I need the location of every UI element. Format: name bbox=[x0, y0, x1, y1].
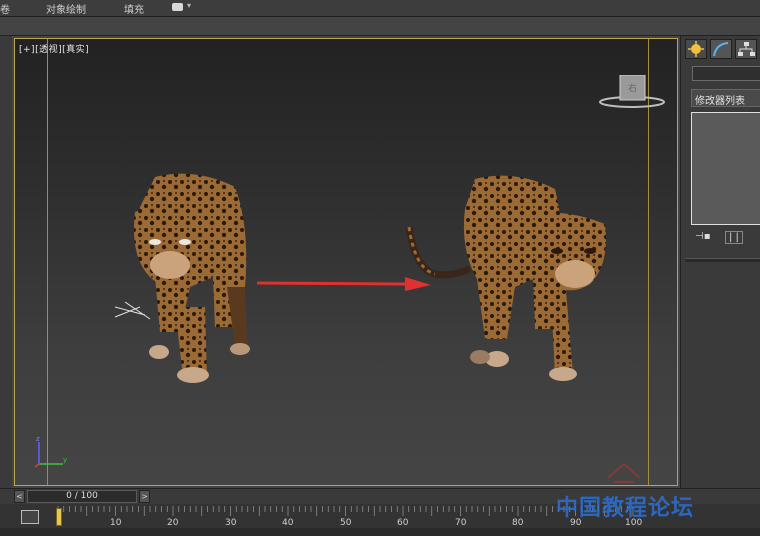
tick-label: 70 bbox=[455, 518, 467, 528]
track-icon[interactable] bbox=[21, 510, 39, 524]
chevron-down-icon[interactable]: ▾ bbox=[187, 1, 191, 10]
create-tab[interactable] bbox=[685, 39, 707, 59]
hierarchy-icon bbox=[738, 42, 755, 56]
leopard-model-right[interactable] bbox=[405, 169, 610, 384]
tick-label: 20 bbox=[167, 518, 179, 528]
menu-item-object-paint[interactable]: 对象绘制 bbox=[46, 1, 86, 16]
watermark-text: 中国教程论坛 bbox=[556, 496, 695, 521]
light-icon bbox=[688, 41, 704, 57]
status-bar bbox=[0, 528, 760, 536]
object-name-field[interactable] bbox=[692, 66, 760, 81]
command-panel: 修改器列表 ⊣▪ | | bbox=[680, 36, 760, 488]
modify-tab[interactable] bbox=[710, 39, 732, 59]
menu-bar: 卷 对象绘制 填充 ▾ bbox=[0, 0, 760, 17]
pin-icon[interactable]: ⊣▪ bbox=[695, 231, 711, 242]
show-result-icon[interactable]: | | bbox=[725, 231, 743, 244]
watermark-logo-icon bbox=[607, 462, 641, 483]
menu-item-fill[interactable]: 填充 bbox=[124, 1, 144, 16]
axis-y-label: y bbox=[63, 456, 67, 464]
tick-label: 30 bbox=[225, 518, 237, 528]
viewcube-face-label: 右 bbox=[628, 82, 637, 94]
leopard-model-left[interactable] bbox=[95, 167, 265, 387]
viewcube[interactable]: 右 bbox=[598, 75, 668, 111]
ribbon-toggle-icon[interactable] bbox=[172, 3, 183, 11]
tick-label: 80 bbox=[512, 518, 524, 528]
viewport-label[interactable]: [+][透视][真实] bbox=[19, 42, 89, 55]
curve-icon bbox=[713, 42, 729, 57]
hierarchy-tab[interactable] bbox=[735, 39, 757, 59]
current-frame-marker[interactable] bbox=[56, 508, 62, 526]
next-frame-button[interactable]: > bbox=[139, 490, 150, 503]
tick-label: 40 bbox=[282, 518, 294, 528]
axis-z-label: z bbox=[36, 435, 40, 443]
panel-divider bbox=[685, 258, 760, 262]
perspective-viewport[interactable]: [+][透视][真实] 右 y z bbox=[14, 38, 678, 486]
modifier-stack[interactable] bbox=[691, 112, 760, 225]
time-slider[interactable]: 0 / 100 bbox=[27, 490, 137, 503]
tick-label: 60 bbox=[397, 518, 409, 528]
menu-item-volume[interactable]: 卷 bbox=[0, 1, 10, 16]
tick-label: 50 bbox=[340, 518, 352, 528]
prev-frame-button[interactable]: < bbox=[14, 490, 25, 503]
ribbon-strip bbox=[0, 17, 760, 36]
axis-tripod: y z bbox=[34, 435, 67, 468]
modifier-list-dropdown[interactable]: 修改器列表 bbox=[691, 89, 760, 107]
tick-label: 10 bbox=[110, 518, 122, 528]
